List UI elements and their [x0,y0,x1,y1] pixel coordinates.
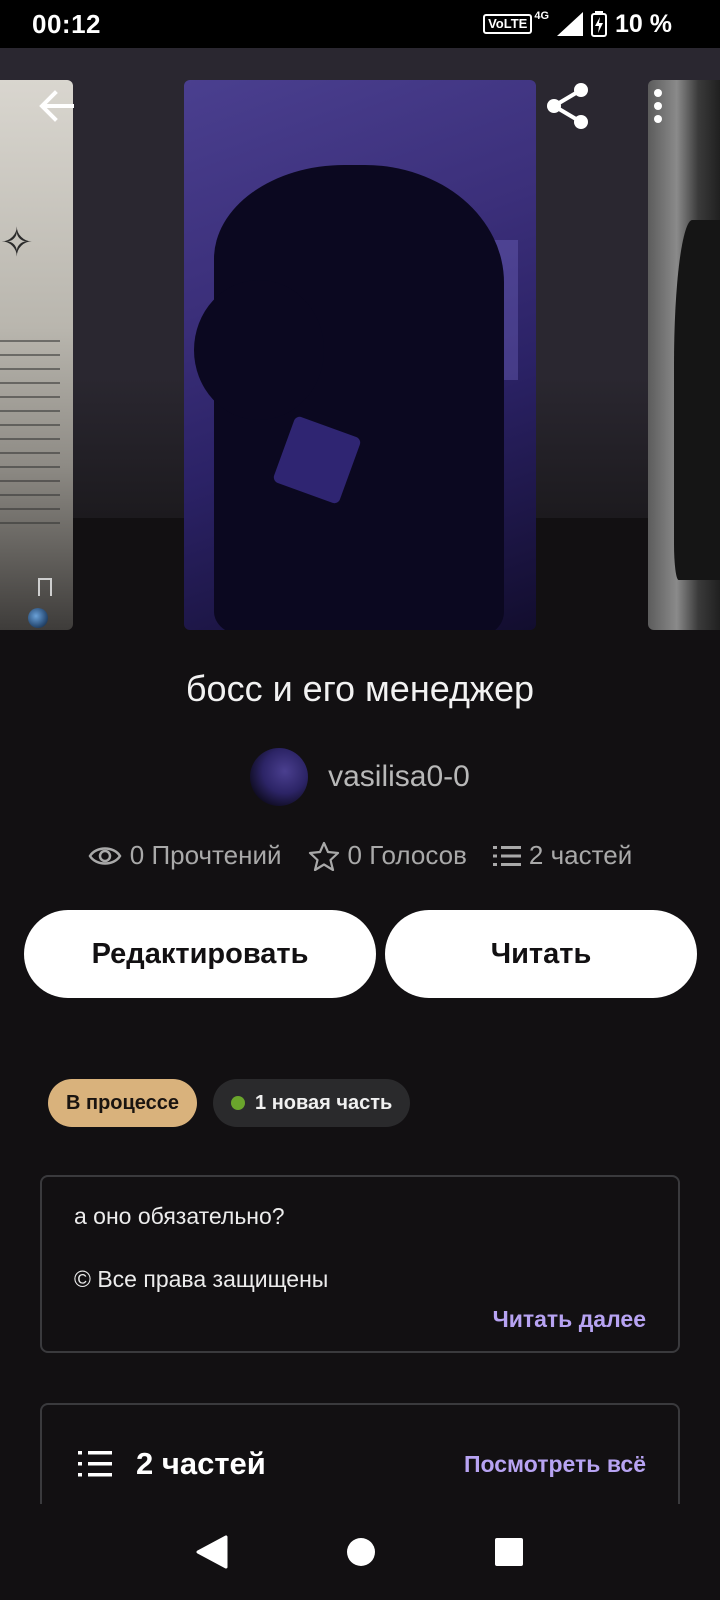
view-all-link[interactable]: Посмотреть всё [464,1451,646,1478]
new-indicator-dot [231,1096,246,1110]
cover-silhouette-head [194,280,324,420]
reads-count: 0 Прочтений [129,840,282,870]
author-row[interactable]: vasilisa0-0 [0,748,720,806]
battery-icon [591,11,608,37]
back-button[interactable] [34,84,78,128]
battery-percent: 10 % [615,9,672,38]
nav-recents-icon[interactable] [494,1537,524,1567]
sparkle-icon: ✧ [0,221,34,265]
author-name[interactable]: vasilisa0-0 [328,760,470,794]
star-icon [308,841,339,871]
list-icon [78,1451,112,1477]
status-badge: В процессе [48,1079,198,1127]
nav-home-icon[interactable] [346,1537,376,1567]
system-nav-bar [0,1504,720,1600]
copyright-line: © Все права защищены [74,1266,329,1292]
story-title: босс и его менеджер [185,668,535,709]
bookmark-icon [38,578,52,596]
new-parts-badge: 1 новая часть [213,1079,411,1127]
description-card[interactable]: а оно обязательно? © Все права защищены … [40,1175,680,1353]
status-bar: 00:12 VoLTE 4G 10 % [0,0,720,48]
more-vertical-icon [654,89,662,123]
new-parts-label: 1 новая часть [255,1091,393,1114]
status-icons: VoLTE 4G 10 % [483,10,672,39]
parts-count: 2 частей [528,840,633,870]
volte-icon: VoLTE [483,14,533,34]
nav-back-icon[interactable] [196,1535,228,1569]
list-icon [492,845,521,866]
story-badges: В процессе 1 новая часть [48,1079,411,1127]
eye-icon [88,846,122,865]
story-cover[interactable] [184,80,536,630]
avatar[interactable] [250,748,309,806]
parts-section-title: 2 частей [136,1446,266,1481]
parts-stat: 2 частей [492,840,633,871]
status-time: 00:12 [32,8,101,39]
share-icon [547,83,588,129]
signal-icon [557,12,584,36]
description-line: а оно обязательно? [74,1203,285,1229]
cover-text-lines [0,340,60,530]
reads-stat: 0 Прочтений [88,840,282,871]
votes-stat: 0 Голосов [308,840,467,871]
read-button[interactable]: Читать [385,910,697,998]
more-options-button[interactable] [652,84,664,128]
cover-prev[interactable]: ✧ [0,80,73,630]
cover-shade [674,220,720,580]
edit-button[interactable]: Редактировать [24,910,376,998]
share-button[interactable] [540,78,596,134]
story-stats: 0 Прочтений 0 Голосов 2 частей [0,840,720,871]
network-type: 4G [534,10,550,22]
back-arrow-icon [39,90,74,122]
read-more-link[interactable]: Читать далее [493,1306,646,1333]
votes-count: 0 Голосов [347,840,467,870]
cover-next[interactable] [648,80,720,630]
globe-icon [28,608,48,628]
